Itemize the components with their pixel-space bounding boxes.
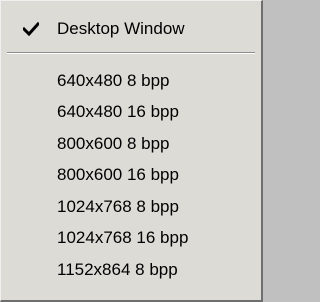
menu-item-1024x768-8bpp[interactable]: 1024x768 8 bpp xyxy=(1,192,260,222)
menu-item-label: 1024x768 8 bpp xyxy=(57,197,179,216)
menu-item-800x600-16bpp[interactable]: 800x600 16 bpp xyxy=(1,160,260,190)
checkmark-icon xyxy=(23,22,39,36)
menu-item-desktop-window[interactable]: Desktop Window xyxy=(1,14,260,44)
menu-item-label: 800x600 16 bpp xyxy=(57,165,179,184)
menu-item-800x600-8bpp[interactable]: 800x600 8 bpp xyxy=(1,129,260,159)
menu-item-1152x864-8bpp[interactable]: 1152x864 8 bpp xyxy=(1,255,260,285)
menu-item-label: Desktop Window xyxy=(57,19,185,38)
menu-item-label: 640x480 8 bpp xyxy=(57,71,170,90)
menu-separator xyxy=(7,52,255,54)
menu-item-1024x768-16bpp[interactable]: 1024x768 16 bpp xyxy=(1,223,260,253)
menu-item-label: 1152x864 8 bpp xyxy=(57,260,178,279)
menu-item-640x480-16bpp[interactable]: 640x480 16 bpp xyxy=(1,97,260,127)
menu-item-label: 1024x768 16 bpp xyxy=(57,228,189,247)
menu-item-label: 800x600 8 bpp xyxy=(57,134,170,153)
display-mode-menu: Desktop Window 640x480 8 bpp 640x480 16 … xyxy=(0,0,263,302)
menu-item-640x480-8bpp[interactable]: 640x480 8 bpp xyxy=(1,66,260,96)
menu-item-label: 640x480 16 bpp xyxy=(57,102,179,121)
